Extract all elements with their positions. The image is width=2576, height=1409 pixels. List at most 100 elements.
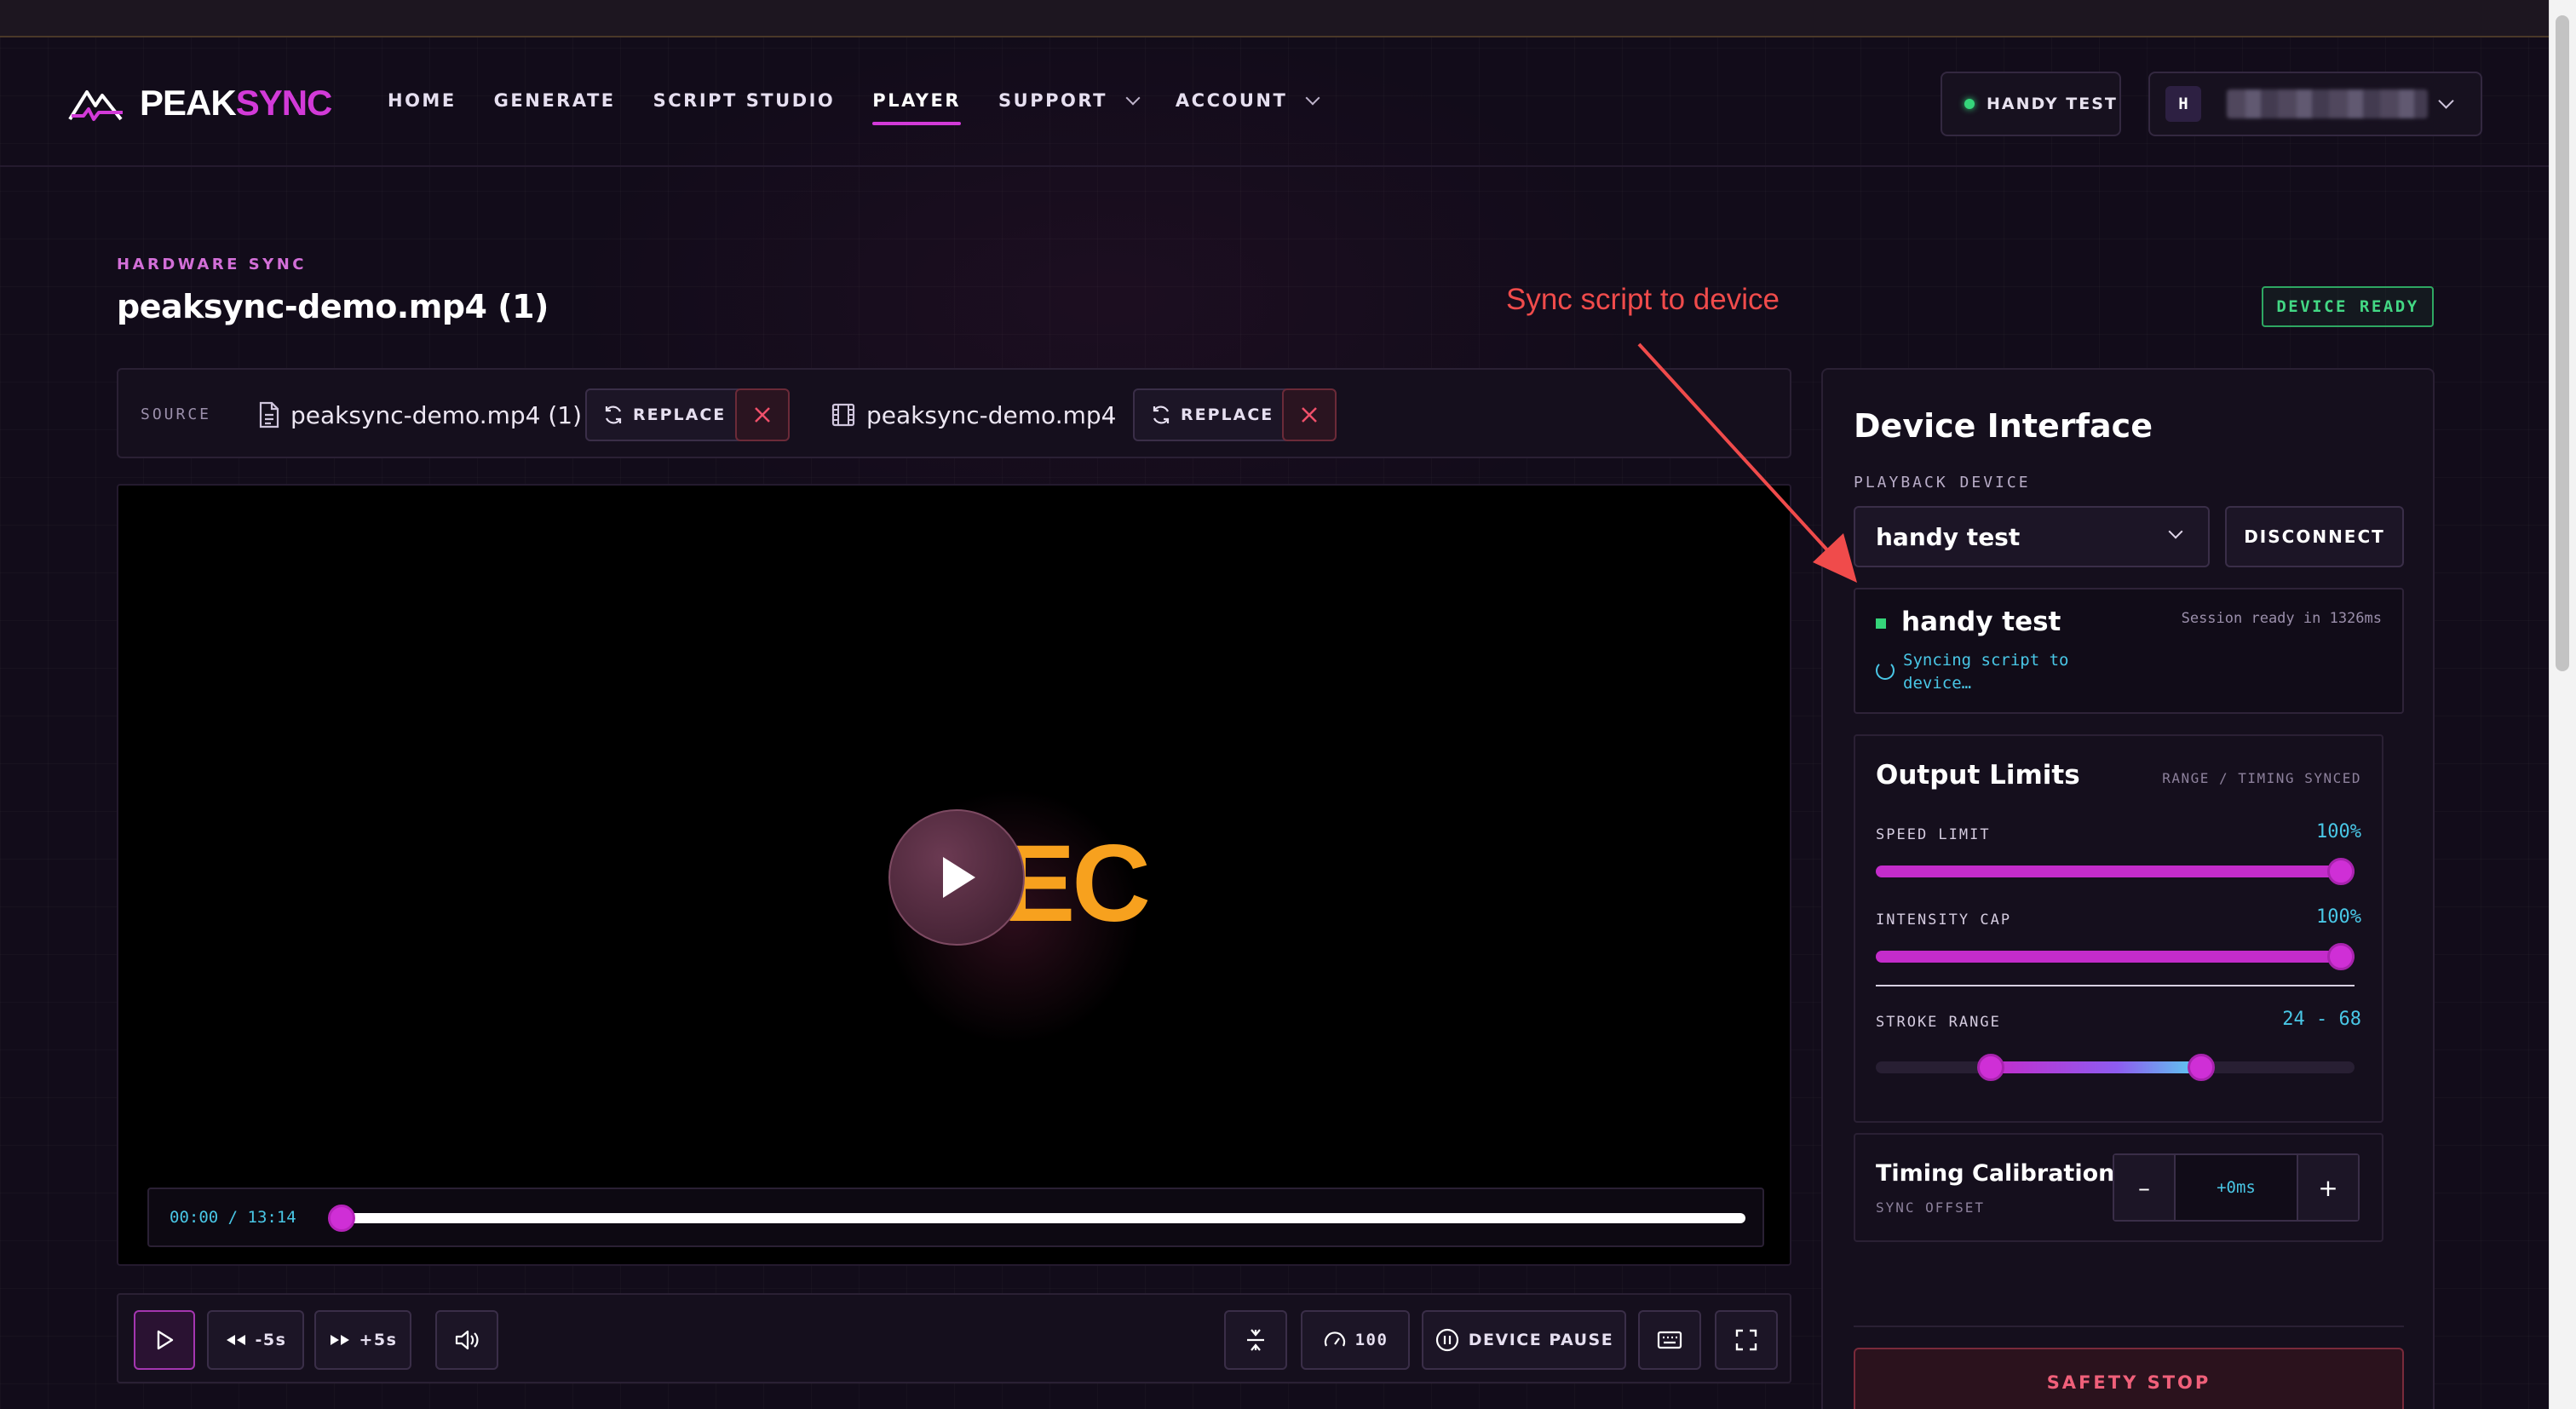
- logo-text-peak: PEAK: [140, 83, 237, 123]
- refresh-icon: [605, 405, 622, 424]
- video-source: peaksync-demo.mp4: [831, 394, 1116, 436]
- stroke-range-max-handle[interactable]: [2188, 1054, 2216, 1081]
- sync-offset-stepper: – +0ms +: [2113, 1153, 2360, 1222]
- remove-video-button[interactable]: [1282, 388, 1337, 441]
- nav-script-studio[interactable]: SCRIPT STUDIO: [653, 90, 836, 111]
- nav-generate[interactable]: GENERATE: [494, 90, 616, 111]
- annotation-label: Sync script to device: [1506, 283, 1780, 316]
- replace-label: REPLACE: [1181, 405, 1274, 424]
- session-ready-text: Session ready in 1326ms: [2181, 610, 2382, 627]
- nav-player-label: PLAYER: [872, 90, 962, 111]
- timing-subtitle: SYNC OFFSET: [1876, 1199, 1985, 1216]
- replace-label: REPLACE: [633, 405, 727, 424]
- account-menu[interactable]: H: [2148, 72, 2482, 136]
- play-icon: [943, 857, 975, 898]
- forward-button[interactable]: +5s: [314, 1310, 411, 1370]
- loading-spinner-icon: [1876, 661, 1895, 680]
- play-icon: [157, 1330, 174, 1350]
- device-pause-button[interactable]: DEVICE PAUSE: [1422, 1310, 1626, 1370]
- device-interface-panel: Device Interface PLAYBACK DEVICE handy t…: [1821, 368, 2435, 1409]
- video-player[interactable]: EC 00:00 / 13:14: [117, 484, 1791, 1266]
- speed-limit-value: 100%: [2316, 821, 2361, 843]
- rewind-label: -5s: [255, 1331, 287, 1349]
- vertical-compress-icon: [1247, 1329, 1264, 1351]
- output-limits-tag: RANGE / TIMING SYNCED: [2162, 770, 2361, 786]
- chevron-down-icon: [2438, 93, 2454, 109]
- status-badge: DEVICE READY: [2262, 286, 2434, 327]
- nav-account[interactable]: ACCOUNT: [1175, 90, 1320, 111]
- speed-limit-handle[interactable]: [2327, 858, 2355, 885]
- seek-track[interactable]: [338, 1213, 1745, 1223]
- volume-button[interactable]: [435, 1310, 498, 1370]
- stroke-range-label: STROKE RANGE: [1876, 1014, 2001, 1031]
- page-title: peaksync-demo.mp4 (1): [117, 288, 549, 325]
- offset-increase-button[interactable]: +: [2298, 1155, 2358, 1220]
- keyboard-button[interactable]: [1638, 1310, 1701, 1370]
- divider: [1876, 985, 2355, 986]
- stroke-range-min-handle[interactable]: [1976, 1054, 2004, 1081]
- speed-button[interactable]: 100: [1301, 1310, 1410, 1370]
- forward-label: +5s: [359, 1331, 398, 1349]
- disconnect-button[interactable]: DISCONNECT: [2225, 506, 2404, 567]
- replace-script-button[interactable]: REPLACE: [585, 388, 744, 441]
- stroke-range-fill: [1990, 1061, 2202, 1073]
- nav-home[interactable]: HOME: [388, 90, 457, 111]
- intensity-cap-label: INTENSITY CAP: [1876, 912, 2012, 929]
- player-controls: -5s +5s 100 DEVICE PAUSE: [117, 1293, 1791, 1383]
- script-source: peaksync-demo.mp4 (1): [258, 394, 582, 436]
- scrollbar[interactable]: [2549, 0, 2576, 1409]
- replace-video-button[interactable]: REPLACE: [1133, 388, 1291, 441]
- device-select[interactable]: handy test: [1854, 506, 2210, 567]
- scrollbar-thumb[interactable]: [2556, 15, 2569, 671]
- nav-home-label: HOME: [388, 90, 457, 111]
- speed-value: 100: [1354, 1331, 1389, 1349]
- pause-circle-icon: [1435, 1328, 1458, 1352]
- seek-handle[interactable]: [328, 1205, 355, 1232]
- playback-device-label: PLAYBACK DEVICE: [1854, 474, 2031, 492]
- avatar: H: [2165, 86, 2201, 122]
- chevron-down-icon: [2168, 524, 2183, 539]
- intensity-cap-slider[interactable]: [1876, 943, 2355, 970]
- rewind-icon: [226, 1335, 245, 1345]
- close-icon: [1302, 407, 1317, 423]
- connected-device-pill[interactable]: HANDY TEST: [1941, 72, 2121, 136]
- device-select-value: handy test: [1876, 522, 2021, 551]
- play-button[interactable]: [134, 1310, 195, 1370]
- nav-player[interactable]: PLAYER: [872, 90, 962, 125]
- nav-support[interactable]: SUPPORT: [998, 90, 1141, 111]
- stroke-range-value: 24 - 68: [2282, 1009, 2361, 1030]
- remove-script-button[interactable]: [735, 388, 790, 441]
- offset-value[interactable]: +0ms: [2174, 1155, 2298, 1220]
- timing-calibration-card: Timing Calibration SYNC OFFSET – +0ms +: [1854, 1133, 2383, 1242]
- offset-decrease-button[interactable]: –: [2114, 1155, 2174, 1220]
- compress-button[interactable]: [1224, 1310, 1287, 1370]
- big-play-button[interactable]: [888, 809, 1025, 946]
- browser-top-strip: [0, 0, 2549, 37]
- device-pause-label: DEVICE PAUSE: [1468, 1331, 1614, 1349]
- speed-limit-label: SPEED LIMIT: [1876, 826, 1991, 843]
- page-eyebrow: HARDWARE SYNC: [117, 256, 307, 273]
- stroke-range-slider[interactable]: [1876, 1054, 2355, 1081]
- chevron-down-icon: [1305, 90, 1320, 106]
- output-limits-card: Output Limits RANGE / TIMING SYNCED SPEE…: [1854, 734, 2383, 1123]
- fullscreen-button[interactable]: [1715, 1310, 1778, 1370]
- speed-limit-slider[interactable]: [1876, 858, 2355, 885]
- timing-title: Timing Calibration: [1876, 1160, 2115, 1187]
- safety-stop-button[interactable]: SAFETY STOP: [1854, 1348, 2404, 1409]
- logo-text-sync: SYNC: [235, 83, 333, 123]
- nav-account-label: ACCOUNT: [1175, 90, 1288, 111]
- time-display: 00:00 / 13:14: [170, 1208, 296, 1227]
- rewind-button[interactable]: -5s: [207, 1310, 304, 1370]
- intensity-cap-handle[interactable]: [2327, 943, 2355, 970]
- intensity-cap-fill: [1876, 951, 2355, 963]
- session-status-card: handy test Session ready in 1326ms Synci…: [1854, 588, 2404, 714]
- refresh-icon: [1153, 405, 1170, 424]
- close-icon: [755, 407, 770, 423]
- logo[interactable]: PEAKSYNC: [68, 83, 333, 123]
- nav-script-studio-label: SCRIPT STUDIO: [653, 90, 836, 111]
- intensity-cap-value: 100%: [2316, 906, 2361, 928]
- status-square-icon: [1876, 618, 1886, 629]
- session-device-name: handy test: [1901, 607, 2061, 637]
- film-icon: [831, 403, 855, 427]
- panel-title: Device Interface: [1854, 407, 2153, 445]
